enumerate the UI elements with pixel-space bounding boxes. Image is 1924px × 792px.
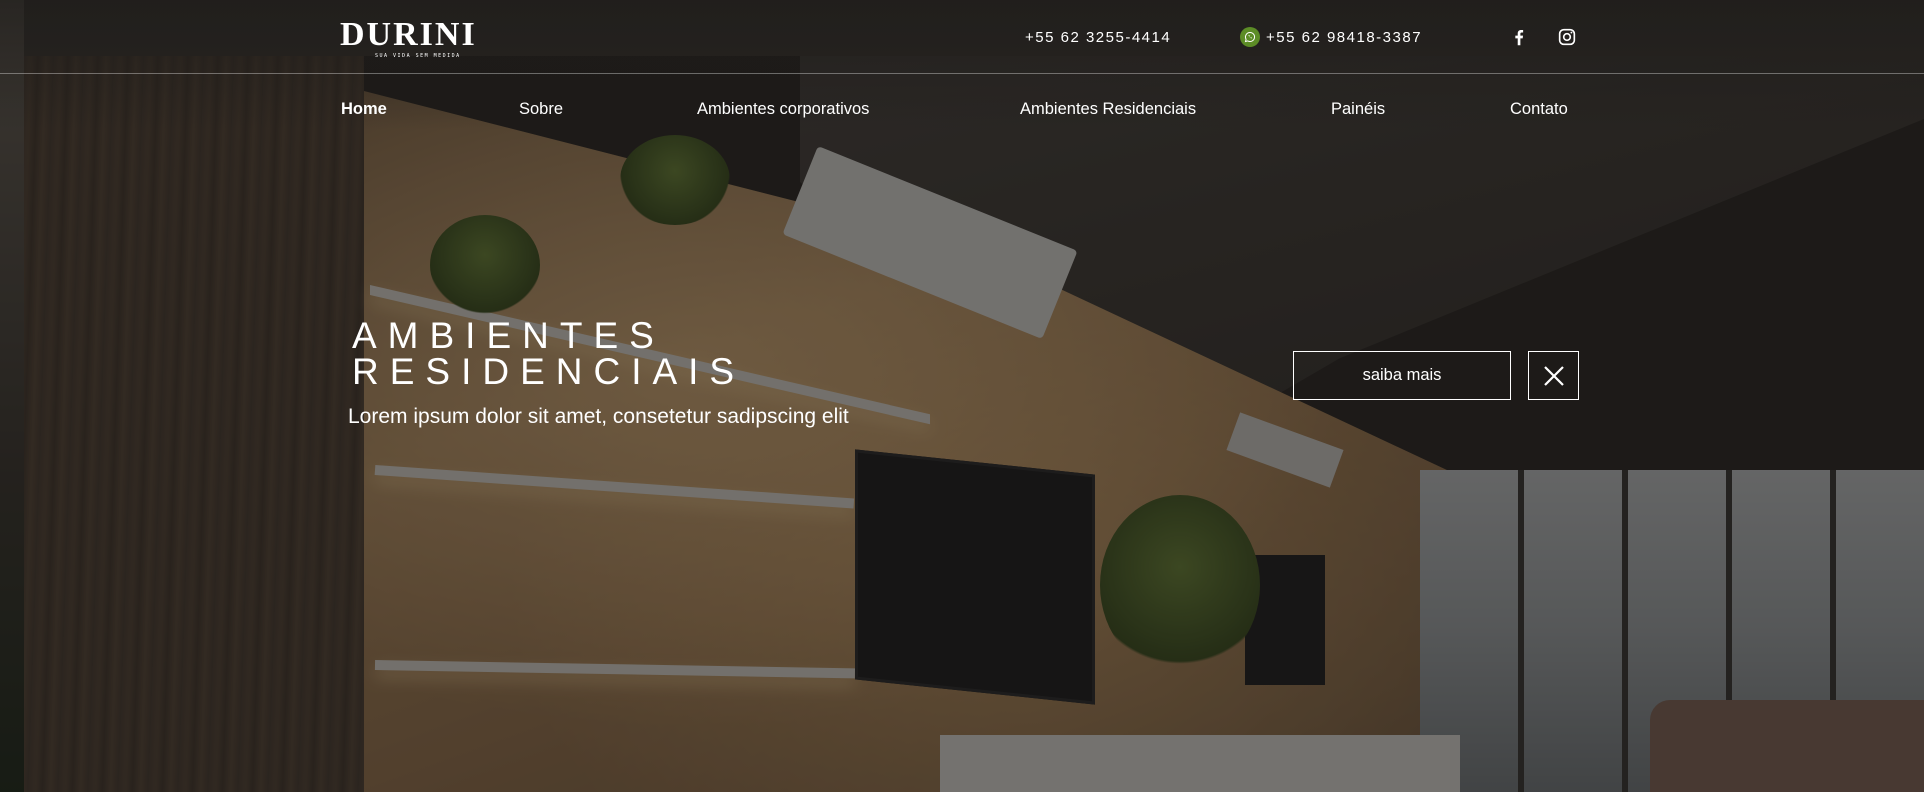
whatsapp-number: +55 62 98418-3387 <box>1266 28 1423 46</box>
whatsapp-icon <box>1240 27 1260 47</box>
nav-item-paineis[interactable]: Painéis <box>1331 100 1385 119</box>
hero-subtitle: Lorem ipsum dolor sit amet, consetetur s… <box>348 405 849 428</box>
instagram-icon[interactable] <box>1556 26 1578 48</box>
nav-item-ambientes-corporativos[interactable]: Ambientes corporativos <box>697 100 869 119</box>
brand-logo[interactable]: DURINI SUA VIDA SEM MEDIDA <box>340 18 490 62</box>
brand-tagline: SUA VIDA SEM MEDIDA <box>375 53 461 59</box>
saiba-mais-button[interactable]: saiba mais <box>1293 351 1511 400</box>
whatsapp-contact[interactable]: +55 62 98418-3387 <box>1240 27 1422 47</box>
close-button[interactable] <box>1528 351 1579 400</box>
header-divider <box>0 73 1924 74</box>
top-bar: DURINI SUA VIDA SEM MEDIDA +55 62 3255-4… <box>0 0 1924 74</box>
main-nav: Home Sobre Ambientes corporativos Ambien… <box>0 100 1924 124</box>
hero-title-line1: AMBIENTES <box>352 315 665 356</box>
hero-title: AMBIENTES RESIDENCIAIS <box>352 315 746 392</box>
nav-item-contato[interactable]: Contato <box>1510 100 1568 119</box>
phone-number[interactable]: +55 62 3255-4414 <box>1025 29 1171 46</box>
close-icon <box>1543 365 1564 386</box>
hero-title-line2: RESIDENCIAIS <box>352 351 746 392</box>
nav-item-ambientes-residenciais[interactable]: Ambientes Residenciais <box>1020 100 1196 119</box>
facebook-icon[interactable] <box>1508 26 1530 48</box>
nav-item-home[interactable]: Home <box>341 100 387 119</box>
brand-name: DURINI <box>340 16 477 53</box>
nav-item-sobre[interactable]: Sobre <box>519 100 563 119</box>
